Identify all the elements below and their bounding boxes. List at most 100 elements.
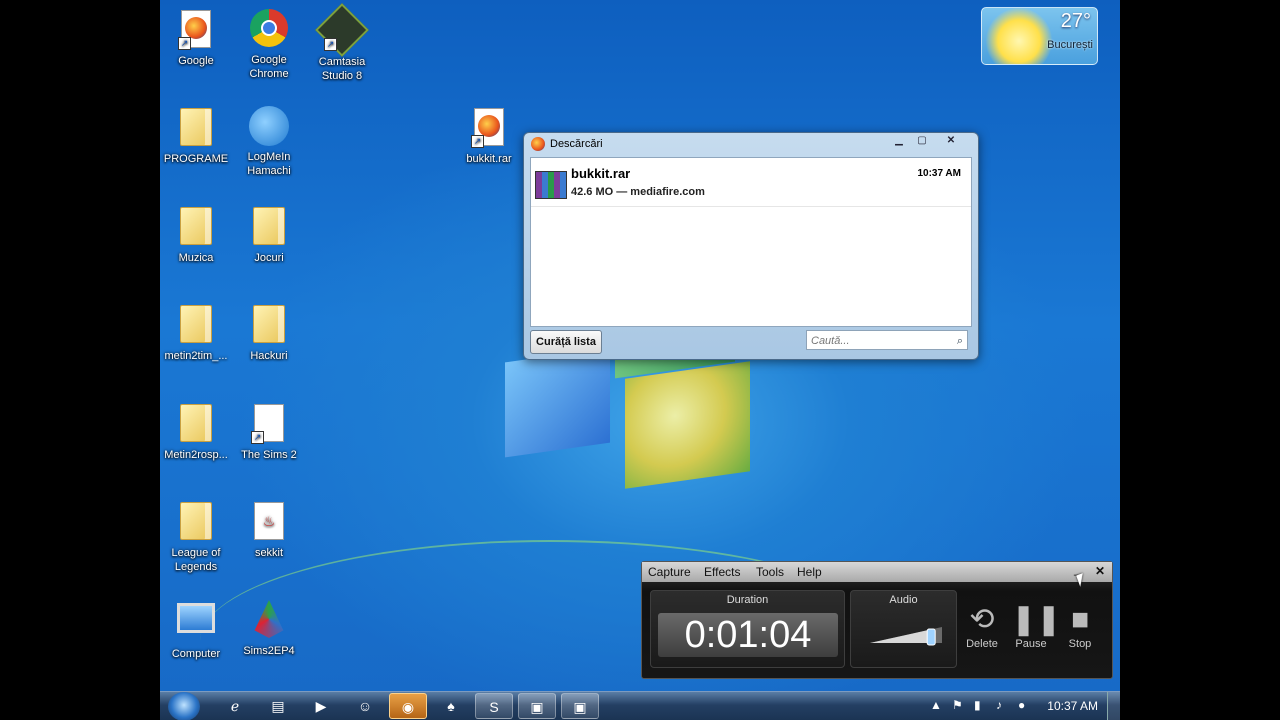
desktop-icon-sekkit[interactable]: ♨ sekkit	[231, 500, 307, 560]
folder-icon	[249, 207, 289, 247]
weather-temperature: 27°	[1060, 10, 1091, 32]
java-icon: ♨	[249, 502, 289, 542]
window-title: Descărcări	[550, 138, 603, 150]
media-player-icon[interactable]: ▶	[302, 693, 340, 719]
desktop-icon-label: Sims2EP4	[243, 645, 295, 657]
sims-icon	[249, 600, 289, 640]
network-icon[interactable]: ▮	[974, 698, 981, 712]
desktop-icon-label: bukkit.rar	[466, 153, 512, 165]
stop-control[interactable]: ■ Stop	[1060, 602, 1100, 650]
desktop-icon-label: Hackuri	[250, 350, 288, 362]
firefox-icon	[531, 137, 545, 151]
desktop: ↗ Google Google Chrome ↗ Camtasia Studio…	[160, 0, 1120, 720]
download-status: 42.6 MO — mediafire.com	[571, 186, 705, 198]
desktop-icon-programe[interactable]: PROGRAME	[160, 106, 234, 166]
duration-label: Duration	[726, 594, 769, 606]
download-item[interactable]: bukkit.rar 42.6 MO — mediafire.com 10:37…	[531, 158, 971, 207]
folder-icon	[176, 108, 216, 148]
tray-app-icon[interactable]: ●	[1018, 698, 1025, 712]
delete-icon: ⟲	[969, 603, 995, 636]
download-time: 10:37 AM	[917, 168, 961, 179]
desktop-icon-label: Google	[178, 55, 214, 67]
menu-effects[interactable]: Effects	[704, 565, 740, 579]
stop-label: Stop	[1068, 638, 1092, 650]
emoticon-icon[interactable]: ☺	[346, 693, 384, 719]
desktop-icon-label: LogMeIn Hamachi	[247, 151, 291, 177]
camtasia-icon[interactable]: ▣	[518, 693, 556, 719]
desktop-icon-google[interactable]: ↗ Google	[160, 8, 234, 68]
menu-capture[interactable]: Capture	[648, 565, 691, 579]
explorer-folder-icon[interactable]: ▤	[259, 693, 297, 719]
internet-explorer-icon[interactable]: ℯ	[216, 693, 254, 719]
downloads-list: bukkit.rar 42.6 MO — mediafire.com 10:37…	[530, 157, 972, 327]
delete-label: Delete	[966, 638, 998, 650]
close-button[interactable]: ✕	[934, 134, 968, 147]
close-button[interactable]: ✕	[1095, 564, 1105, 578]
skype-icon[interactable]: S	[475, 693, 513, 719]
tray-expand-icon[interactable]: ▲	[930, 698, 942, 712]
desktop-icon-hamachi[interactable]: LogMeIn Hamachi	[231, 106, 307, 178]
desktop-icon-label: The Sims 2	[241, 449, 297, 461]
camtasia-icon: ↗	[315, 3, 369, 57]
firefox-icon: ↗	[176, 10, 216, 50]
folder-icon	[176, 305, 216, 345]
desktop-icon-label: League of Legends	[171, 547, 221, 573]
downloads-window: Descărcări ▁ ▢ ✕ bukkit.rar 42.6 MO — me…	[523, 132, 979, 360]
delete-control[interactable]: ⟲ Delete	[962, 602, 1002, 650]
windows-logo-yellow	[625, 361, 750, 489]
folder-icon	[176, 502, 216, 542]
stop-icon: ■	[1070, 603, 1090, 636]
desktop-icon-hackuri[interactable]: Hackuri	[231, 303, 307, 363]
desktop-icon-computer[interactable]: Computer	[160, 599, 234, 661]
game-icon[interactable]: ♠	[432, 693, 470, 719]
camtasia-recorder-icon[interactable]: ▣	[561, 693, 599, 719]
audio-level-slider[interactable]	[868, 623, 944, 647]
windows-logo-blue	[505, 347, 610, 458]
desktop-icon-label: Muzica	[178, 252, 214, 264]
menu-tools[interactable]: Tools	[756, 565, 784, 579]
clear-list-button[interactable]: Curăță lista	[530, 330, 602, 354]
pause-icon: ❚❚	[1011, 603, 1062, 636]
desktop-icon-sims2ep4[interactable]: Sims2EP4	[231, 599, 307, 658]
desktop-icon-label: metin2tim_...	[164, 350, 228, 362]
weather-gadget[interactable]: 27° București	[981, 7, 1098, 65]
desktop-icon-bukkit-rar[interactable]: ↗ bukkit.rar	[451, 106, 527, 166]
desktop-icon-jocuri[interactable]: Jocuri	[231, 205, 307, 265]
downloads-search-input[interactable]: Caută... ⌕	[806, 330, 968, 350]
chrome-icon	[249, 9, 289, 49]
folder-icon	[176, 404, 216, 444]
pause-label: Pause	[1015, 638, 1047, 650]
folder-icon	[249, 305, 289, 345]
desktop-icon-google-chrome[interactable]: Google Chrome	[231, 8, 307, 81]
taskbar-clock[interactable]: 10:37 AM	[1047, 699, 1098, 713]
start-button[interactable]	[168, 692, 200, 720]
desktop-icon-metin2tim[interactable]: metin2tim_...	[160, 303, 234, 363]
duration-panel: Duration 0:01:04	[650, 590, 845, 668]
menu-help[interactable]: Help	[797, 565, 822, 579]
search-placeholder: Caută...	[811, 335, 850, 347]
audio-label: Audio	[889, 594, 918, 606]
maximize-button[interactable]: ▢	[913, 134, 931, 147]
desktop-icon-metin2rosp[interactable]: Metin2rosp...	[160, 402, 234, 462]
action-center-flag-icon[interactable]: ⚑	[952, 698, 963, 712]
pause-control[interactable]: ❚❚ Pause	[1011, 602, 1062, 650]
duration-timer: 0:01:04	[658, 613, 838, 657]
desktop-icon-label: sekkit	[254, 547, 284, 559]
desktop-icon-the-sims-2[interactable]: ↗ The Sims 2	[231, 402, 307, 462]
minimize-button[interactable]: ▁	[890, 134, 908, 147]
camtasia-recorder: Capture Effects Tools Help _ ✕ Duration …	[641, 561, 1113, 679]
volume-icon[interactable]: ♪	[996, 698, 1002, 712]
desktop-icon-muzica[interactable]: Muzica	[160, 205, 234, 265]
firefox-icon: ↗	[469, 108, 509, 148]
search-icon[interactable]: ⌕	[957, 331, 963, 351]
sun-icon	[986, 8, 1052, 64]
recorder-menu-bar: Capture Effects Tools Help _ ✕	[642, 562, 1112, 582]
desktop-icon-label: Camtasia Studio 8	[318, 56, 366, 82]
desktop-icon-camtasia[interactable]: ↗ Camtasia Studio 8	[304, 3, 380, 83]
winrar-icon	[535, 171, 567, 199]
firefox-icon[interactable]: ◉	[389, 693, 427, 719]
show-desktop-button[interactable]	[1107, 692, 1120, 720]
download-filename: bukkit.rar	[571, 166, 631, 181]
desktop-icon-league-of-legends[interactable]: League of Legends	[160, 500, 234, 574]
audio-panel: Audio	[850, 590, 957, 668]
